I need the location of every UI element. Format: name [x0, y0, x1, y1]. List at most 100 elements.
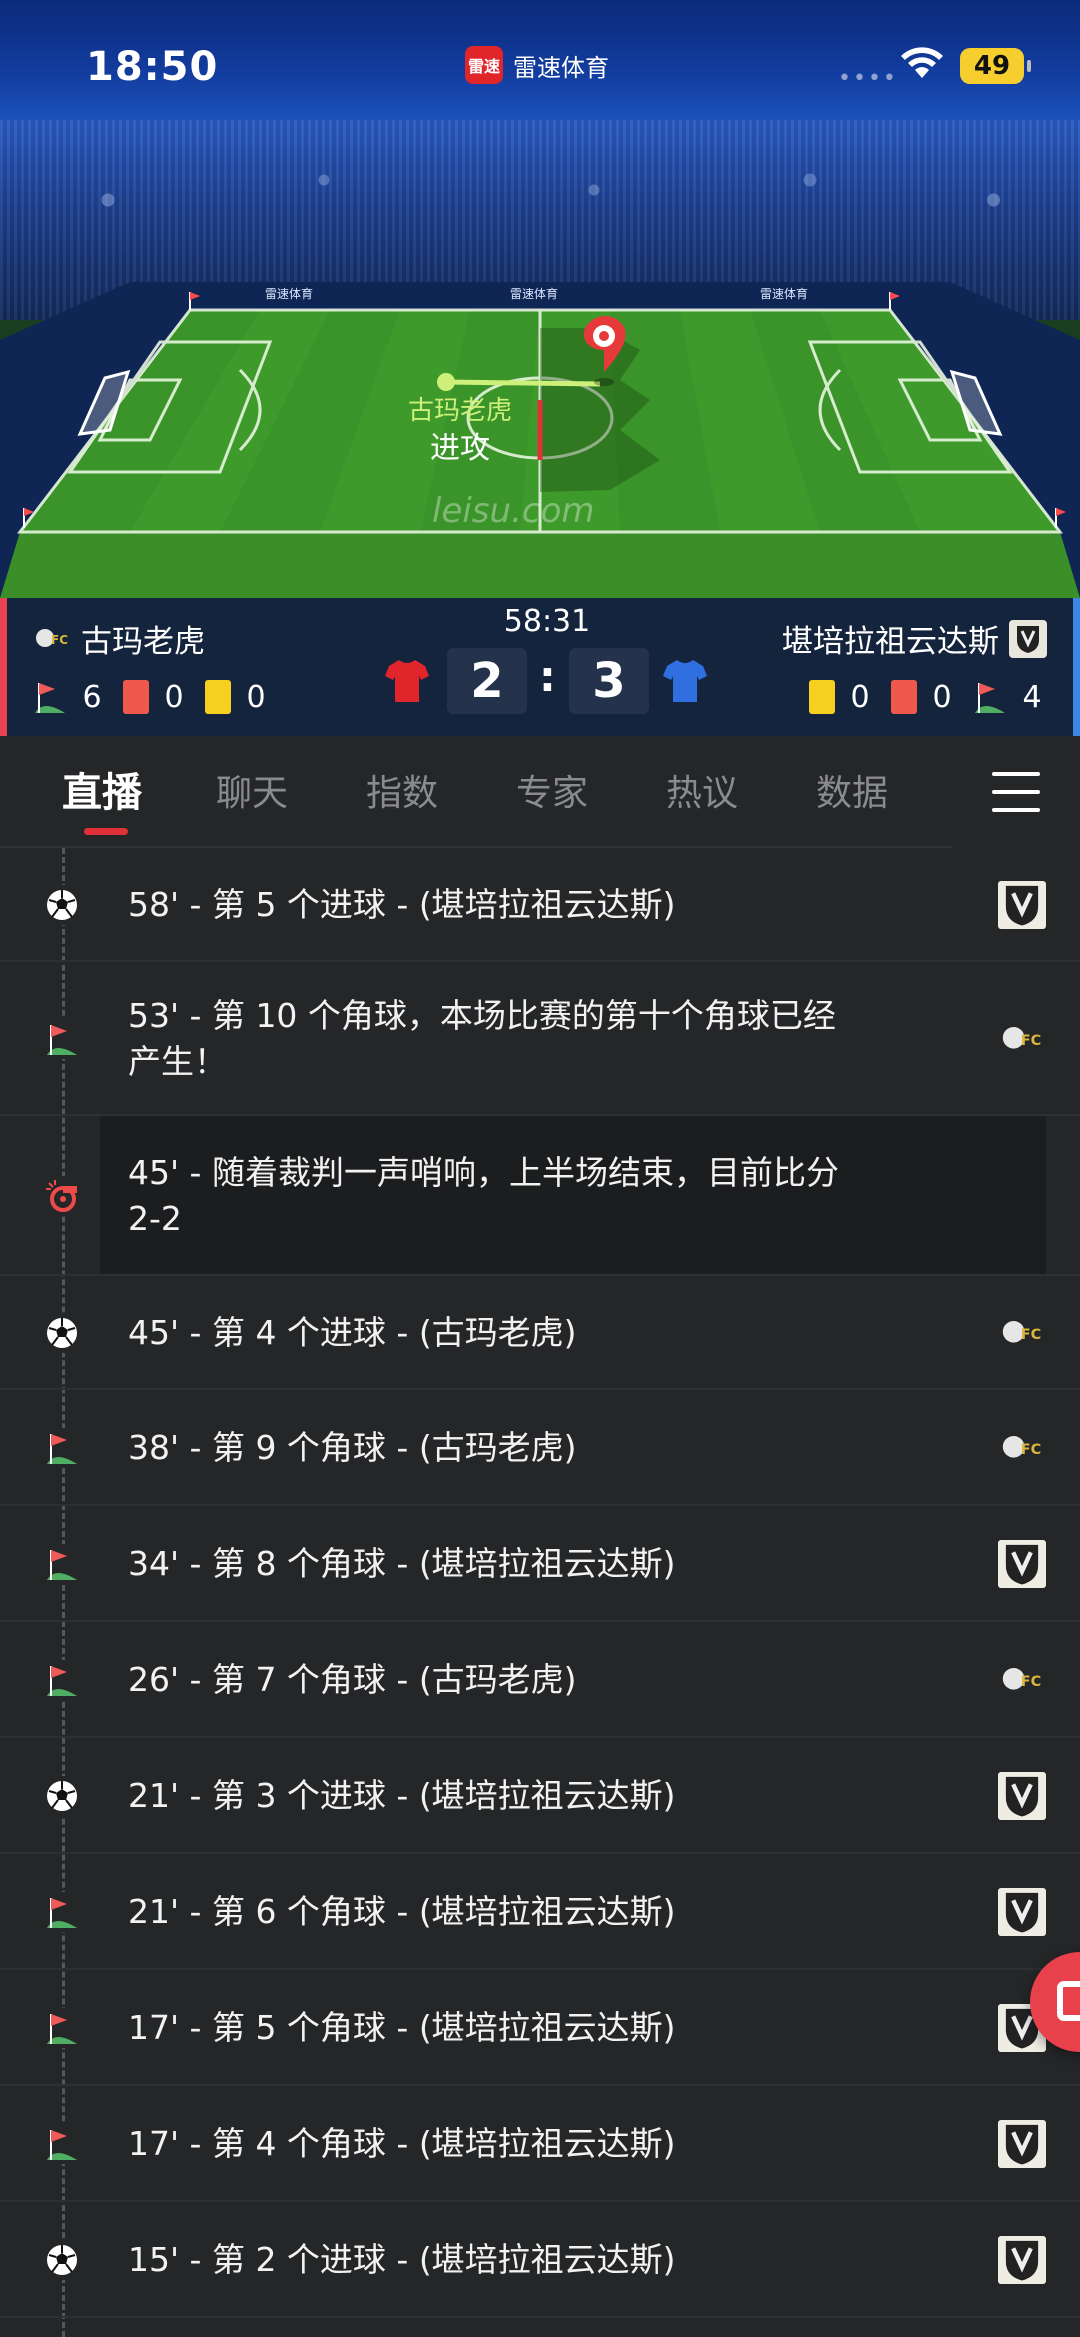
- event-row[interactable]: 45' - 第 4 个进球 - (古玛老虎) FC: [0, 1276, 1080, 1390]
- app-name: 雷速体育: [513, 53, 609, 82]
- away-team-crest-icon: [1009, 619, 1047, 658]
- goal-ball-icon: [42, 2240, 82, 2280]
- svg-text:雷速体育: 雷速体育: [510, 286, 558, 301]
- away-team-crest-icon: [998, 881, 1046, 929]
- event-line-1: 15' - 第 2 个进球 - (堪培拉祖云达斯): [128, 2240, 676, 2279]
- app-logo-icon: 雷速: [465, 46, 503, 84]
- red-card-icon: [123, 680, 149, 714]
- home-score: 2: [447, 648, 527, 714]
- app-badge[interactable]: 雷速 雷速体育: [465, 46, 609, 84]
- event-row[interactable]: 45' - 随着裁判一声哨响，上半场结束，目前比分 2-2: [0, 1116, 1080, 1276]
- corner-flag-icon: [975, 683, 1005, 713]
- goal-ball-icon: [42, 1776, 82, 1816]
- event-row[interactable]: 15' - 第 2 个进球 - (堪培拉祖云达斯): [0, 2202, 1080, 2318]
- pitch-watermark: leisu.com: [432, 491, 595, 531]
- home-team-crest-icon: FC: [998, 1656, 1046, 1704]
- live-event-list: 58' - 第 5 个进球 - (堪培拉祖云达斯) 53' - 第 10 个角球，…: [0, 848, 1080, 2337]
- event-line-2: 产生！: [128, 1042, 227, 1081]
- away-corners: 4: [1022, 679, 1042, 715]
- event-row[interactable]: 34' - 第 8 个角球 - (堪培拉祖云达斯): [0, 1506, 1080, 1622]
- away-yellow-cards: 0: [850, 679, 870, 715]
- svg-text:FC: FC: [1021, 1327, 1041, 1343]
- away-shirt-icon: [663, 660, 707, 702]
- tab-chat[interactable]: 聊天: [216, 764, 288, 816]
- event-row[interactable]: 26' - 第 7 个角球 - (古玛老虎) FC: [0, 1622, 1080, 1738]
- home-team-crest-icon: FC: [998, 1309, 1046, 1357]
- attack-action-label: 进攻: [430, 431, 490, 466]
- active-tab-indicator: [84, 828, 128, 835]
- goal-ball-icon: [42, 1313, 82, 1353]
- yellow-card-icon: [809, 680, 835, 714]
- event-text: 53' - 第 10 个角球，本场比赛的第十个角球已经 产生！: [128, 993, 836, 1085]
- svg-text:FC: FC: [1021, 1674, 1041, 1690]
- match-hero: 雷速体育 雷速体育 雷速体育 leisu.com 古玛老虎 进攻 18:50 雷速 …: [0, 0, 1080, 598]
- whistle-icon: [42, 1176, 82, 1216]
- event-line-1: 21' - 第 3 个进球 - (堪培拉祖云达斯): [128, 1776, 676, 1815]
- away-score: 3: [569, 648, 649, 714]
- event-text: 58' - 第 5 个进球 - (堪培拉祖云达斯): [128, 882, 676, 928]
- corner-flag-icon: [35, 683, 65, 713]
- event-line-1: 53' - 第 10 个角球，本场比赛的第十个角球已经: [128, 996, 836, 1035]
- event-line-1: 26' - 第 7 个角球 - (古玛老虎): [128, 1660, 577, 1699]
- tab-experts[interactable]: 专家: [516, 764, 588, 816]
- event-row[interactable]: 58' - 第 5 个进球 - (堪培拉祖云达斯): [0, 848, 1080, 962]
- away-team-crest-icon: [998, 2236, 1046, 2284]
- score-separator: :: [539, 652, 556, 701]
- home-team-panel[interactable]: FC 古玛老虎 6 0 0: [33, 616, 271, 715]
- event-row[interactable]: 53' - 第 10 个角球，本场比赛的第十个角球已经 产生！ FC: [0, 962, 1080, 1116]
- event-text: 17' - 第 4 个角球 - (堪培拉祖云达斯): [128, 2121, 676, 2167]
- home-team-crest-icon: FC: [998, 1424, 1046, 1472]
- svg-text:雷速体育: 雷速体育: [760, 286, 808, 301]
- event-row[interactable]: 21' - 第 3 个进球 - (堪培拉祖云达斯): [0, 1738, 1080, 1854]
- event-text: 45' - 随着裁判一声哨响，上半场结束，目前比分 2-2: [128, 1150, 839, 1242]
- home-team-crest-icon: FC: [998, 1015, 1046, 1063]
- event-text: 34' - 第 8 个角球 - (堪培拉祖云达斯): [128, 1541, 676, 1587]
- event-row[interactable]: 38' - 第 9 个角球 - (古玛老虎) FC: [0, 1390, 1080, 1506]
- status-bar: 18:50 雷速 雷速体育 •••• 49: [0, 0, 1080, 130]
- away-team-crest-icon: [998, 2120, 1046, 2168]
- goal-ball-icon: [42, 885, 82, 925]
- event-line-1: 58' - 第 5 个进球 - (堪培拉祖云达斯): [128, 885, 676, 924]
- corner-flag-icon: [42, 1892, 82, 1932]
- event-line-1: 21' - 第 6 个角球 - (堪培拉祖云达斯): [128, 1892, 676, 1931]
- svg-text:雷速体育: 雷速体育: [265, 286, 313, 301]
- event-line-1: 38' - 第 9 个角球 - (古玛老虎): [128, 1428, 577, 1467]
- event-row[interactable]: 17' - 第 4 个角球 - (堪培拉祖云达斯): [0, 2086, 1080, 2202]
- event-text: 21' - 第 6 个角球 - (堪培拉祖云达斯): [128, 1889, 676, 1935]
- menu-icon[interactable]: [992, 772, 1040, 812]
- event-line-1: 45' - 第 4 个进球 - (古玛老虎): [128, 1313, 577, 1352]
- svg-text:FC: FC: [51, 633, 68, 647]
- home-red-cards: 0: [164, 679, 184, 715]
- corner-flag-icon: [42, 1660, 82, 1700]
- away-team-crest-icon: [998, 1888, 1046, 1936]
- tab-odds[interactable]: 指数: [366, 764, 438, 816]
- event-row[interactable]: 17' - 第 5 个角球 - (堪培拉祖云达斯): [0, 1970, 1080, 2086]
- status-time: 18:50: [86, 44, 219, 90]
- away-team-panel[interactable]: 堪培拉祖云达斯 0 0 4: [782, 616, 1047, 715]
- home-corners: 6: [82, 679, 102, 715]
- tab-data[interactable]: 数据: [816, 764, 888, 816]
- svg-text:FC: FC: [1021, 1033, 1041, 1049]
- corner-flag-icon: [42, 1019, 82, 1059]
- tab-discussion[interactable]: 热议: [666, 764, 738, 816]
- event-text: 45' - 第 4 个进球 - (古玛老虎): [128, 1310, 577, 1356]
- pitch-graphic: 雷速体育 雷速体育 雷速体育 leisu.com: [0, 282, 1080, 598]
- event-row[interactable]: 21' - 第 6 个角球 - (堪培拉祖云达斯): [0, 1854, 1080, 1970]
- event-line-1: 45' - 随着裁判一声哨响，上半场结束，目前比分: [128, 1153, 839, 1192]
- event-line-1: 17' - 第 4 个角球 - (堪培拉祖云达斯): [128, 2124, 676, 2163]
- away-team-name: 堪培拉祖云达斯: [782, 624, 999, 660]
- home-team-crest-icon: FC: [33, 620, 71, 658]
- compose-button[interactable]: [1030, 1952, 1080, 2052]
- svg-text:FC: FC: [1021, 1442, 1041, 1458]
- cellular-signal-icon: ••••: [838, 66, 898, 91]
- edit-icon: [1057, 1981, 1080, 2021]
- attack-indicator: 古玛老虎 进攻: [408, 392, 512, 468]
- red-card-icon: [891, 680, 917, 714]
- attack-team-label: 古玛老虎: [408, 396, 513, 426]
- tab-live[interactable]: 直播: [62, 760, 142, 818]
- away-team-crest-icon: [998, 1772, 1046, 1820]
- corner-flag-icon: [42, 1544, 82, 1584]
- corner-flag-icon: [42, 2124, 82, 2164]
- event-text: 26' - 第 7 个角球 - (古玛老虎): [128, 1657, 577, 1703]
- corner-flag-icon: [42, 2008, 82, 2048]
